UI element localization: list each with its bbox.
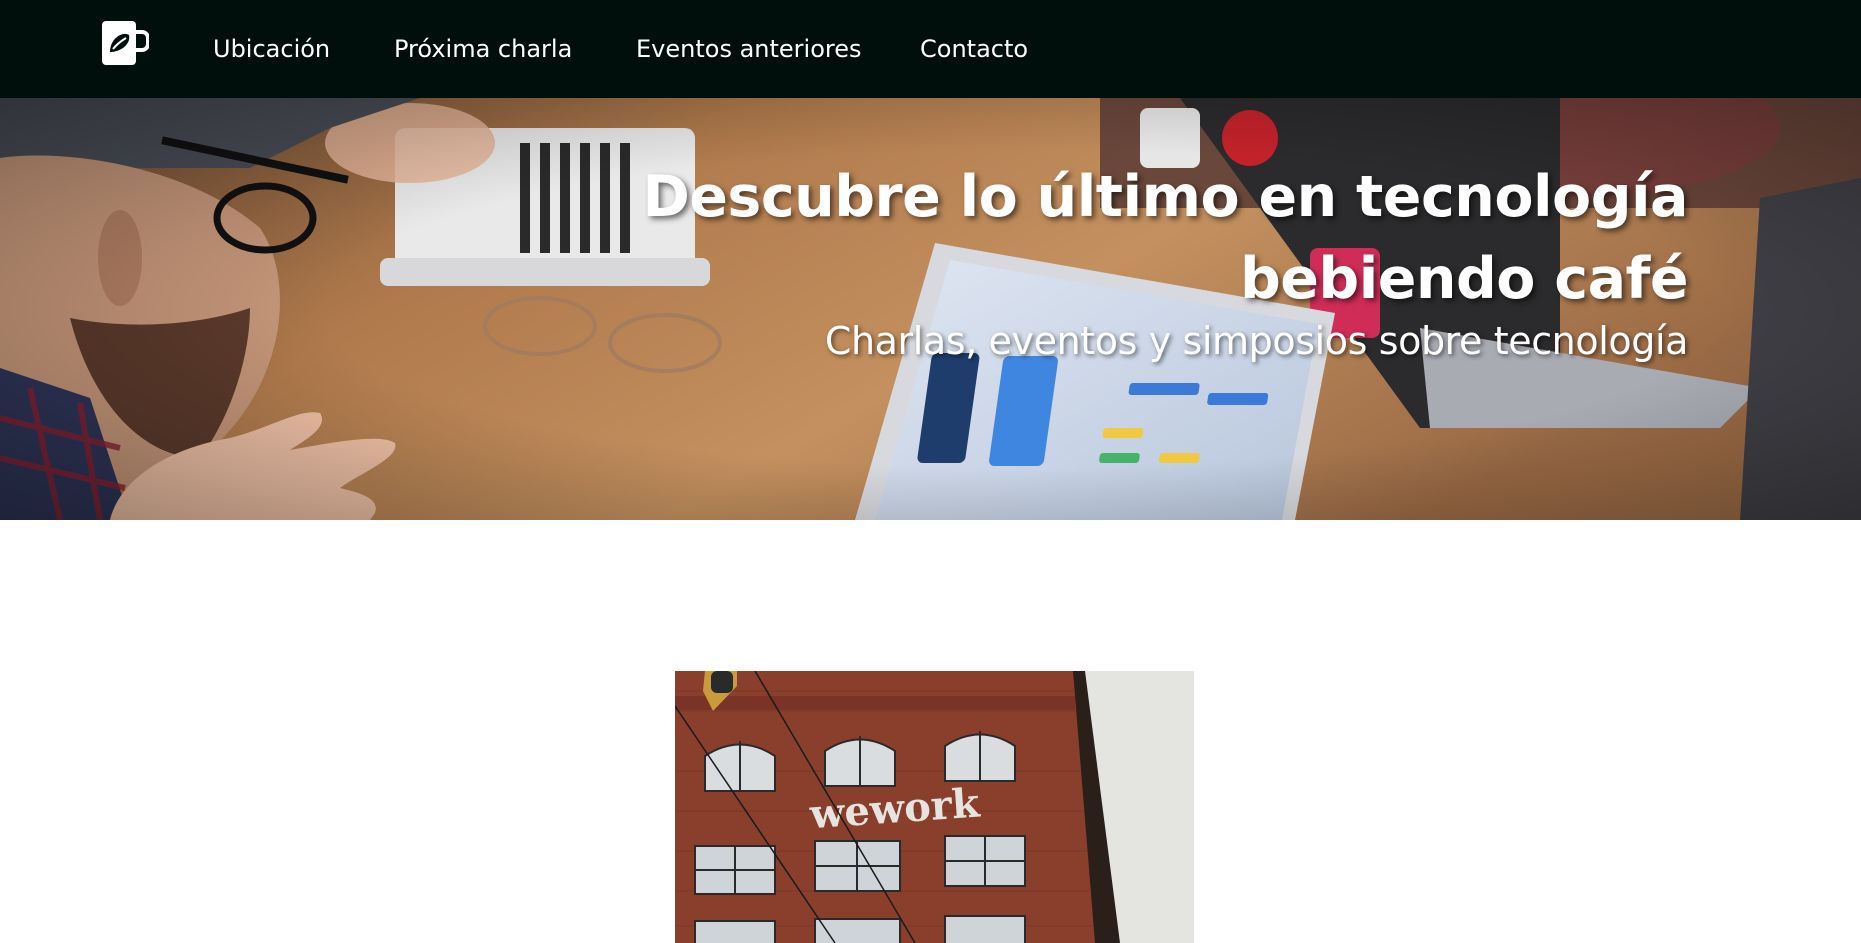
wework-building-image: wework xyxy=(675,671,1194,943)
venue-building-photo: wework xyxy=(675,671,1194,943)
top-navbar: Ubicación Próxima charla Eventos anterio… xyxy=(0,0,1861,98)
hero-title: Descubre lo último en tecnología bebiend… xyxy=(448,156,1688,320)
hero-title-line2: bebiendo café xyxy=(1239,246,1689,312)
hero-subtitle: Charlas, eventos y simposios sobre tecno… xyxy=(824,319,1689,363)
nav-link-eventos-anteriores[interactable]: Eventos anteriores xyxy=(636,30,862,68)
nav-link-proxima-charla[interactable]: Próxima charla xyxy=(394,30,572,68)
nav-link-ubicacion[interactable]: Ubicación xyxy=(213,30,330,68)
hero-banner: Descubre lo último en tecnología bebiend… xyxy=(0,98,1861,520)
hero-title-line1: Descubre lo último en tecnología xyxy=(642,164,1688,230)
coffee-mug-leaf-icon[interactable] xyxy=(101,18,149,68)
nav-link-contacto[interactable]: Contacto xyxy=(920,30,1028,68)
